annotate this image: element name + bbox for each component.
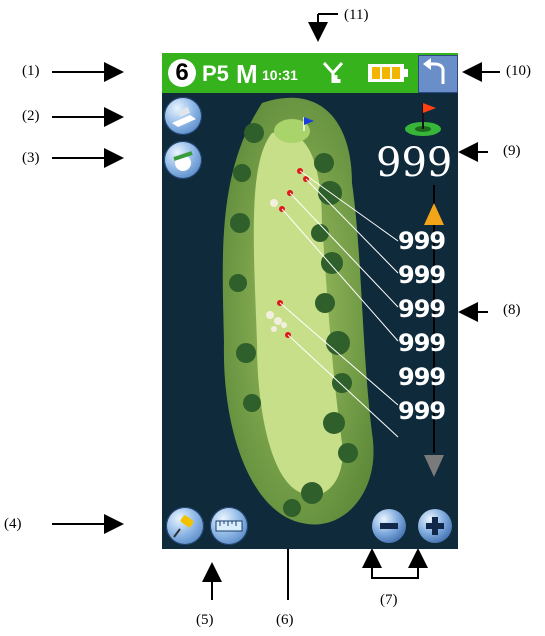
- antenna-icon: [322, 61, 344, 83]
- mode-label: M: [236, 59, 258, 89]
- green-flag-icon: [405, 103, 441, 136]
- measure-tool-button[interactable]: [210, 507, 248, 545]
- minus-icon: [380, 523, 398, 529]
- bottom-arrow-icon: [424, 455, 444, 477]
- zoom-out-button[interactable]: [372, 509, 406, 543]
- pin-tool-button[interactable]: [166, 507, 204, 545]
- hazard-distance-1: 999: [398, 227, 446, 255]
- hazard-distance-2: 999: [398, 261, 446, 289]
- back-arrow-icon: [423, 58, 445, 84]
- pushpin-icon: [173, 515, 194, 538]
- top-arrow-icon: [424, 203, 444, 225]
- green-view-icon: [173, 151, 193, 171]
- hazard-distance-5: 999: [398, 363, 446, 391]
- plus-icon: [426, 517, 444, 535]
- map-view-button[interactable]: [164, 97, 202, 135]
- green-view-button[interactable]: [164, 141, 202, 179]
- ruler-icon: [215, 520, 243, 532]
- bracket-7: [371, 562, 419, 579]
- battery-icon: [368, 64, 408, 82]
- hazard-distance-3: 999: [398, 295, 446, 323]
- target-distance: 999: [376, 140, 453, 186]
- status-bar: 6 P5 M 10:31: [162, 53, 458, 93]
- zoom-in-button[interactable]: [418, 509, 452, 543]
- hazard-distance-6: 999: [398, 397, 446, 425]
- par-label: P5: [202, 61, 229, 86]
- gps-device-screen: 6 P5 M 10:31 999 999 999 999 999 999 999: [162, 53, 458, 549]
- fairway-view-icon: [172, 107, 196, 127]
- hole-number-badge: 6: [168, 59, 196, 87]
- hazard-distance-4: 999: [398, 329, 446, 357]
- back-button[interactable]: [418, 55, 458, 93]
- time-label: 10:31: [262, 67, 298, 83]
